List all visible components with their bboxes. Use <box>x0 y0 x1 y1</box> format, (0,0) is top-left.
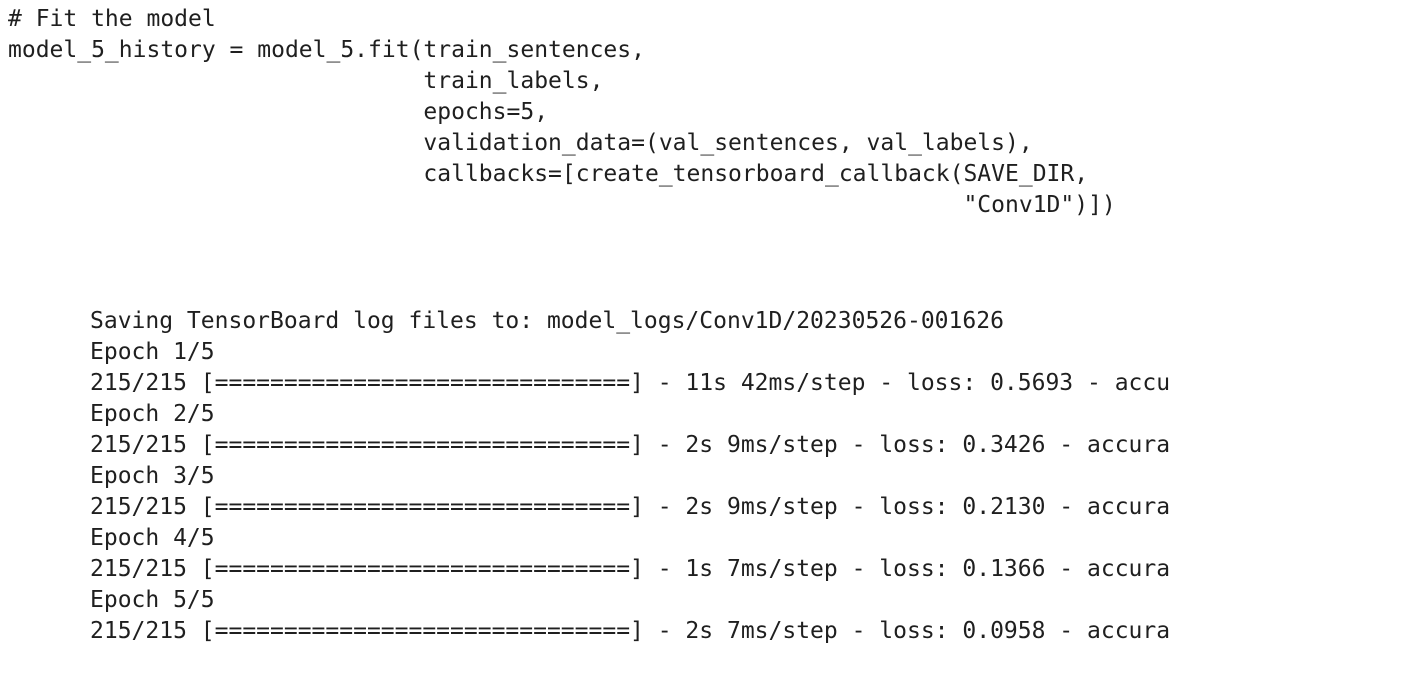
output-epoch-header: Epoch 2/5 <box>90 401 215 427</box>
output-epoch-header: Epoch 4/5 <box>90 525 215 551</box>
code-validation-data-line: validation_data=(val_sentences, val_labe… <box>8 130 1033 156</box>
output-cell: Saving TensorBoard log files to: model_l… <box>0 306 1410 647</box>
code-comment-line: # Fit the model <box>8 6 216 32</box>
output-progress-line: 215/215 [==============================]… <box>90 556 1171 582</box>
output-epoch-header: Epoch 1/5 <box>90 339 215 365</box>
code-epochs-line: epochs=5, <box>8 99 549 125</box>
output-progress-line: 215/215 [==============================]… <box>90 432 1171 458</box>
output-epoch-header: Epoch 5/5 <box>90 587 215 613</box>
code-fit-call-line: model_5_history = model_5.fit(train_sent… <box>8 37 645 63</box>
output-progress-line: 215/215 [==============================]… <box>90 370 1171 396</box>
output-progress-line: 215/215 [==============================]… <box>90 618 1171 644</box>
output-progress-line: 215/215 [==============================]… <box>90 494 1171 520</box>
code-callbacks-line: callbacks=[create_tensorboard_callback(S… <box>8 161 1089 187</box>
code-train-labels-line: train_labels, <box>8 68 604 94</box>
output-tensorboard-log-line: Saving TensorBoard log files to: model_l… <box>90 308 1004 334</box>
code-cell[interactable]: # Fit the model model_5_history = model_… <box>8 4 1408 221</box>
output-epoch-header: Epoch 3/5 <box>90 463 215 489</box>
code-callback-name-line: "Conv1D")]) <box>8 192 1116 218</box>
